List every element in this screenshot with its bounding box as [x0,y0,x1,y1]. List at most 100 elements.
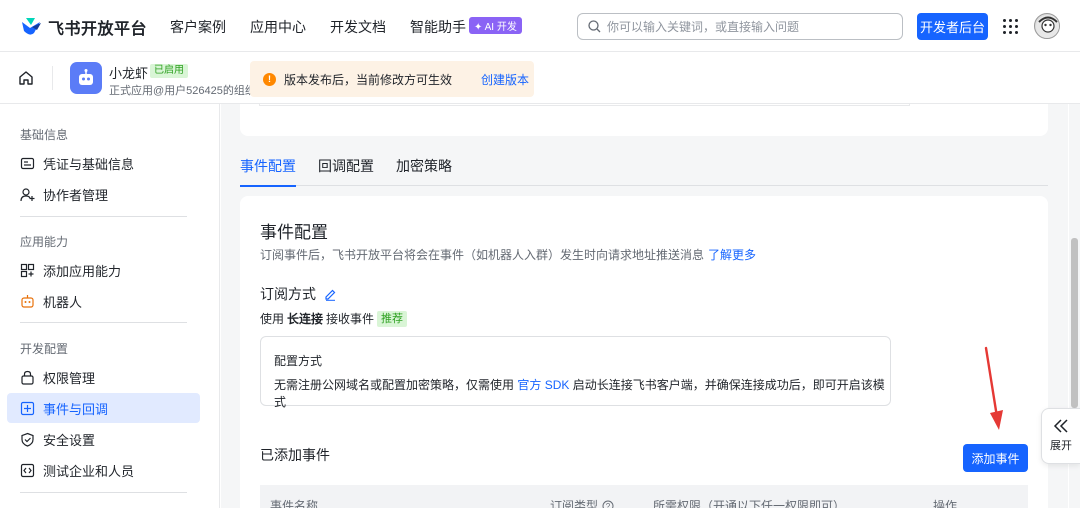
double-chevron-left-icon [1053,419,1068,433]
subscribe-mode-title: 订阅方式 [260,284,337,304]
robot-icon [21,294,34,308]
config-method-box: 配置方式 无需注册公网域名或配置加密策略，仅需使用 官方 SDK 启动长连接飞书… [260,336,891,409]
developer-console-button[interactable]: 开发者后台 [917,13,988,40]
code-icon [20,463,35,477]
id-card-icon [20,157,35,169]
main-content: 事件配置 回调配置 加密策略 事件配置 订阅事件后，飞书开放平台将会在事件（如机… [221,104,1068,508]
search-icon [588,20,601,33]
sidebar-item-label: 事件与回调 [43,401,109,417]
th-event-name: 事件名称 [270,499,319,508]
sidebar-item-label: 添加应用能力 [43,263,122,279]
create-version-link[interactable]: 创建版本 [481,71,529,88]
th-actions: 操作 [933,499,958,508]
brand-name: 飞书开放平台 [48,21,148,38]
app-name: 小龙虾 [109,66,149,81]
sidebar-item-collaborators[interactable]: 协作者管理 [7,179,200,209]
th-subscribe-type-label: 订阅类型 [550,499,599,508]
app-bar: 小龙虾 已启用 正式应用@用户526425的组织 ! 版本发布后，当前修改方可生… [0,52,1080,104]
subscribe-mode-label: 订阅方式 [260,286,316,302]
user-avatar[interactable] [1034,13,1060,39]
warning-icon: ! [263,72,276,86]
nav-link-app-center[interactable]: 应用中心 [250,17,306,37]
svg-text:?: ? [606,502,611,508]
brand-logo[interactable]: 飞书开放平台 [20,15,147,39]
search-input[interactable] [607,19,887,34]
previous-card-inner [259,104,910,106]
scroll-thumb[interactable] [1071,238,1078,408]
release-notice: ! 版本发布后，当前修改方可生效 创建版本 [250,61,534,97]
sub-prefix: 使用 [260,312,285,326]
sidebar-item-label: 凭证与基础信息 [43,156,135,172]
card-title: 事件配置 [260,223,328,242]
subscribe-mode-line: 使用 长连接 接收事件 推荐 [260,310,408,327]
sidebar-group-dev-config: 开发配置 [20,342,69,356]
sidebar-item-label: 测试企业和人员 [43,463,135,479]
nav-link-cases[interactable]: 客户案例 [170,17,226,37]
home-icon[interactable] [18,70,34,86]
tab-event-config[interactable]: 事件配置 [240,156,296,187]
config-method-desc: 无需注册公网域名或配置加密策略，仅需使用 官方 SDK 启动长连接飞书客户端，并… [274,376,890,410]
th-subscribe-type: 订阅类型 ? [550,497,614,508]
apps-add-icon [20,263,35,277]
sidebar-item-test-org[interactable]: 测试企业和人员 [7,455,200,485]
sidebar-divider [20,322,187,323]
event-config-card: 事件配置 订阅事件后，飞书开放平台将会在事件（如机器人入群）发生时向请求地址推送… [240,196,1048,508]
notice-text: 版本发布后，当前修改方可生效 [284,72,453,87]
card-description: 订阅事件后，飞书开放平台将会在事件（如机器人入群）发生时向请求地址推送消息 了解更… [260,246,756,263]
help-icon[interactable]: ? [602,500,614,508]
sidebar-item-security[interactable]: 安全设置 [7,424,200,454]
edit-icon[interactable] [324,288,337,301]
robot-app-icon [79,69,93,85]
events-table-header: 事件名称 订阅类型 ? 所需权限（开通以下任一权限即可） 操作 [260,485,1028,508]
sidebar-item-label: 机器人 [43,294,83,310]
lock-icon [21,370,34,385]
sub-suffix: 接收事件 [326,312,375,326]
apps-grid-icon[interactable] [1003,19,1018,34]
sidebar-divider [20,216,187,217]
sidebar-item-label: 安全设置 [43,432,96,448]
recommend-badge: 推荐 [377,310,408,327]
sidebar-item-events[interactable]: 事件与回调 [7,393,200,423]
sidebar-item-credentials[interactable]: 凭证与基础信息 [7,148,200,178]
shield-icon [21,432,34,447]
search-box[interactable] [577,13,903,40]
tabs: 事件配置 回调配置 加密策略 [240,156,1048,187]
official-sdk-link[interactable]: 官方 SDK [517,378,569,392]
app-icon [70,62,102,94]
learn-more-link[interactable]: 了解更多 [708,248,756,262]
config-desc-before: 无需注册公网域名或配置加密策略，仅需使用 [274,378,515,392]
sidebar-divider [20,492,187,493]
card-description-text: 订阅事件后，飞书开放平台将会在事件（如机器人入群）发生时向请求地址推送消息 [260,248,705,262]
sidebar-item-label: 权限管理 [43,370,96,386]
sidebar: 基础信息 凭证与基础信息 协作者管理 应用能力 添加应用能力 机器人 开发配置 … [0,104,220,508]
event-icon [20,401,35,415]
sidebar-item-permissions[interactable]: 权限管理 [7,362,200,392]
sidebar-group-capabilities: 应用能力 [20,235,69,249]
top-nav: 飞书开放平台 客户案例 应用中心 开发文档 智能助手✦ AI 开发 开发者后台 [0,0,1080,52]
app-description: 正式应用@用户526425的组织 [109,85,256,97]
user-add-icon [20,187,35,201]
divider [52,66,53,90]
config-method-title: 配置方式 [274,354,323,368]
nav-link-assistant[interactable]: 智能助手 ✦ AI 开发 [410,17,522,37]
tab-encryption[interactable]: 加密策略 [396,156,452,186]
annotation-arrow [984,346,1003,430]
previous-card [240,104,1048,136]
sidebar-item-label: 协作者管理 [43,187,109,203]
app-status-badge: 已启用 [150,64,188,78]
expand-panel-button[interactable]: 展开 [1041,408,1080,464]
sidebar-item-add-capability[interactable]: 添加应用能力 [7,255,200,285]
expand-label: 展开 [1050,440,1072,452]
th-permissions: 所需权限（开通以下任一权限即可） [653,499,846,508]
added-events-title: 已添加事件 [260,447,330,463]
sub-mode: 长连接 [287,312,324,326]
nav-links: 客户案例 应用中心 开发文档 智能助手 ✦ AI 开发 [170,17,522,37]
ai-badge: ✦ AI 开发 [469,17,522,34]
nav-link-docs[interactable]: 开发文档 [330,17,386,37]
sidebar-group-basic: 基础信息 [20,128,69,142]
add-event-button[interactable]: 添加事件 [963,444,1028,472]
feishu-logo-icon [20,16,42,38]
nav-link-assistant-label: 智能助手 [410,19,466,35]
sidebar-item-robot[interactable]: 机器人 [7,286,200,316]
tab-callback-config[interactable]: 回调配置 [318,156,374,186]
